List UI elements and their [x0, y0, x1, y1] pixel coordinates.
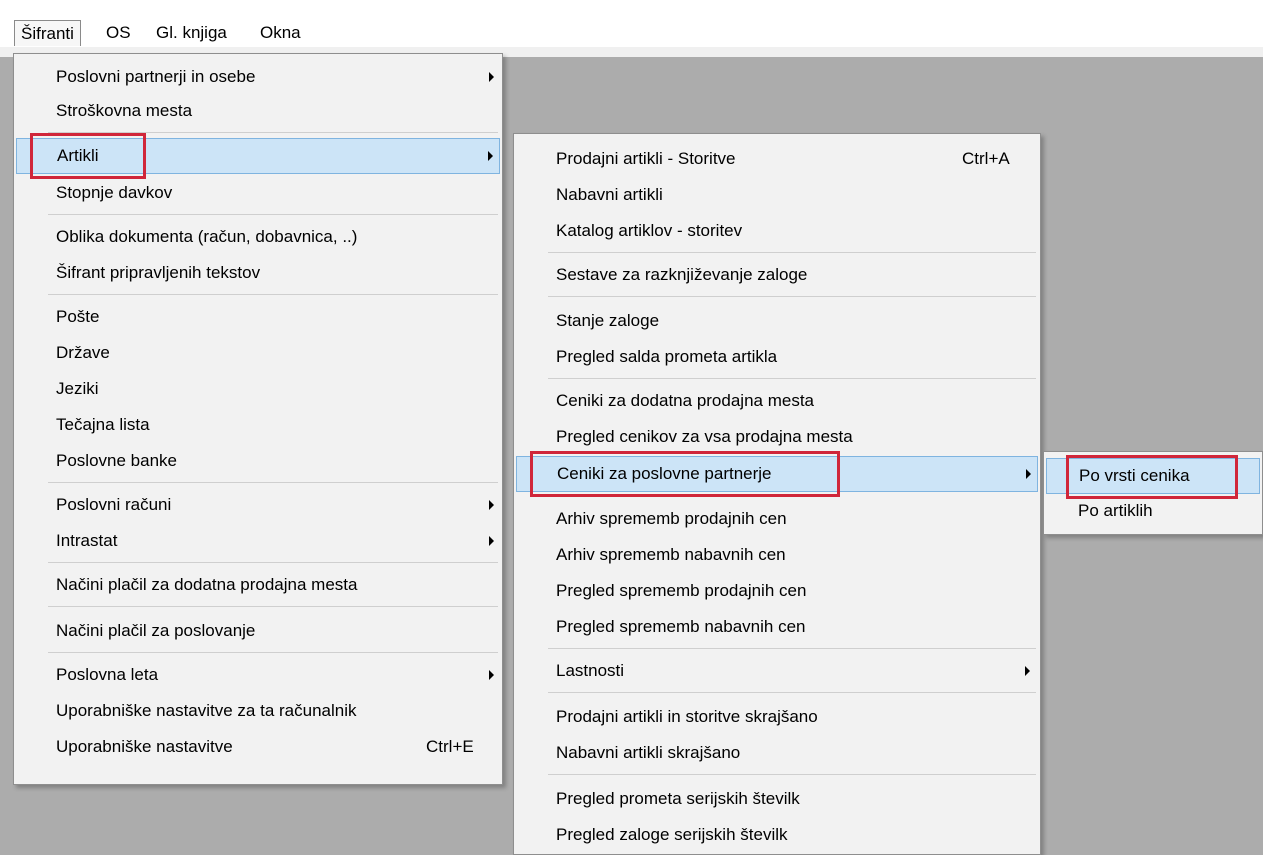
submenu-arrow-icon	[1026, 469, 1031, 479]
menu-separator	[548, 252, 1036, 253]
menu-item-label: Stanje zaloge	[556, 311, 660, 330]
menu-separator	[548, 296, 1036, 297]
menu-item-label: Prodajni artikli in storitve skrajšano	[556, 707, 818, 726]
submenu-arrow-icon	[489, 670, 494, 680]
menubar-okna[interactable]: Okna	[254, 20, 307, 46]
menu-item-label: Poslovni računi	[56, 495, 172, 514]
menu-item-prodajni-skrajsano[interactable]: Prodajni artikli in storitve skrajšano	[516, 700, 1038, 734]
menu-separator	[48, 214, 498, 215]
menu-item-label: Poslovni partnerji in osebe	[56, 67, 256, 86]
menu-item-nabavni-skrajsano[interactable]: Nabavni artikli skrajšano	[516, 736, 1038, 770]
menu-item-label: Stopnje davkov	[56, 183, 173, 202]
menu-item-label: Pregled salda prometa artikla	[556, 347, 778, 366]
menu-item-jeziki[interactable]: Jeziki	[16, 372, 500, 406]
menu-item-nacini-placil-poslovanje[interactable]: Načini plačil za poslovanje	[16, 614, 500, 648]
menu-item-pregled-salda[interactable]: Pregled salda prometa artikla	[516, 340, 1038, 374]
submenu-arrow-icon	[489, 500, 494, 510]
menu-item-stopnje-davkov[interactable]: Stopnje davkov	[16, 176, 500, 210]
menu-item-nabavni-artikli[interactable]: Nabavni artikli	[516, 178, 1038, 212]
menu-item-label: Nabavni artikli skrajšano	[556, 743, 741, 762]
menu-item-poslovna-leta[interactable]: Poslovna leta	[16, 658, 500, 692]
menu-item-label: Oblika dokumenta (račun, dobavnica, ..)	[56, 227, 358, 246]
menu-item-label: Lastnosti	[556, 661, 625, 680]
menu-item-label: Načini plačil za poslovanje	[56, 621, 256, 640]
menu-item-label: Sestave za razknjiževanje zaloge	[556, 265, 808, 284]
menu-item-sifrant-tekstov[interactable]: Šifrant pripravljenih tekstov	[16, 256, 500, 290]
menu-item-stanje-zaloge[interactable]: Stanje zaloge	[516, 304, 1038, 338]
menu-item-arhiv-prodajnih-cen[interactable]: Arhiv sprememb prodajnih cen	[516, 502, 1038, 536]
annotation-highlight-artikli	[30, 133, 146, 179]
menu-item-label: Pregled zaloge serijskih številk	[556, 825, 788, 844]
menubar-os[interactable]: OS	[100, 20, 137, 46]
menu-item-lastnosti[interactable]: Lastnosti	[516, 654, 1038, 688]
menu-item-label: Arhiv sprememb nabavnih cen	[556, 545, 786, 564]
menu-item-poslovni-partnerji[interactable]: Poslovni partnerji in osebe	[16, 60, 500, 94]
menu-separator	[548, 648, 1036, 649]
menu-item-label: Stroškovna mesta	[56, 101, 193, 120]
menu-item-drzave[interactable]: Države	[16, 336, 500, 370]
menu-item-label: Arhiv sprememb prodajnih cen	[556, 509, 787, 528]
menu-item-prodajni-artikli-storitve[interactable]: Prodajni artikli - Storitve Ctrl+A	[516, 142, 1038, 176]
menu-separator	[548, 692, 1036, 693]
menu-item-uporabniske-nastavitve-racunalnik[interactable]: Uporabniške nastavitve za ta računalnik	[16, 694, 500, 728]
menu-item-label: Nabavni artikli	[556, 185, 663, 204]
menu-item-label: Poslovne banke	[56, 451, 177, 470]
menu-item-label: Jeziki	[56, 379, 99, 398]
menu-item-label: Poslovna leta	[56, 665, 159, 684]
menu-separator	[48, 606, 498, 607]
menu-item-label: Pregled cenikov za vsa prodajna mesta	[556, 427, 853, 446]
menu-item-promet-serijskih[interactable]: Pregled prometa serijskih številk	[516, 782, 1038, 816]
menu-separator	[48, 482, 498, 483]
annotation-highlight-po-vrsti-cenika	[1066, 455, 1238, 499]
menu-item-label: Pošte	[56, 307, 100, 326]
submenu-arrow-icon	[489, 536, 494, 546]
menu-item-label: Šifrant pripravljenih tekstov	[56, 263, 261, 282]
menu-item-po-artiklih[interactable]: Po artiklih	[1046, 494, 1260, 528]
menu-item-label: Države	[56, 343, 110, 362]
submenu-arrow-icon	[1025, 666, 1030, 676]
submenu-arrow-icon	[488, 151, 493, 161]
menu-item-intrastat[interactable]: Intrastat	[16, 524, 500, 558]
menu-item-label: Pregled prometa serijskih številk	[556, 789, 800, 808]
menu-item-label: Katalog artiklov - storitev	[556, 221, 743, 240]
menu-item-poslovni-racuni[interactable]: Poslovni računi	[16, 488, 500, 522]
menu-separator	[548, 378, 1036, 379]
submenu-arrow-icon	[489, 72, 494, 82]
menu-item-label: Prodajni artikli - Storitve	[556, 149, 736, 168]
menu-item-stroskovna-mesta[interactable]: Stroškovna mesta	[16, 94, 500, 128]
menu-bar: Šifranti OS Gl. knjiga Okna	[0, 0, 1263, 47]
menu-item-ceniki-dodatna-mesta[interactable]: Ceniki za dodatna prodajna mesta	[516, 384, 1038, 418]
menubar-gl-knjiga[interactable]: Gl. knjiga	[150, 20, 233, 46]
menu-item-zaloga-serijskih[interactable]: Pregled zaloge serijskih številk	[516, 818, 1038, 852]
menu-item-pregled-prodajnih-cen[interactable]: Pregled sprememb prodajnih cen	[516, 574, 1038, 608]
menu-item-katalog-artiklov[interactable]: Katalog artiklov - storitev	[516, 214, 1038, 248]
menu-item-poslovne-banke[interactable]: Poslovne banke	[16, 444, 500, 478]
menu-item-label: Uporabniške nastavitve za ta računalnik	[56, 701, 357, 720]
menu-item-nacini-placil-dodatna[interactable]: Načini plačil za dodatna prodajna mesta	[16, 568, 500, 602]
menu-item-oblika-dokumenta[interactable]: Oblika dokumenta (račun, dobavnica, ..)	[16, 220, 500, 254]
annotation-highlight-ceniki	[530, 451, 840, 497]
menu-item-shortcut: Ctrl+A	[962, 149, 1010, 168]
menu-separator	[48, 652, 498, 653]
menu-item-label: Pregled sprememb prodajnih cen	[556, 581, 807, 600]
menu-separator	[48, 294, 498, 295]
menu-item-pregled-nabavnih-cen[interactable]: Pregled sprememb nabavnih cen	[516, 610, 1038, 644]
menu-item-label: Tečajna lista	[56, 415, 150, 434]
menu-item-pregled-cenikov[interactable]: Pregled cenikov za vsa prodajna mesta	[516, 420, 1038, 454]
menu-item-label: Pregled sprememb nabavnih cen	[556, 617, 806, 636]
menu-item-tecajna-lista[interactable]: Tečajna lista	[16, 408, 500, 442]
menu-item-uporabniske-nastavitve[interactable]: Uporabniške nastavitve Ctrl+E	[16, 730, 500, 764]
menu-item-label: Po artiklih	[1078, 501, 1153, 520]
menu-item-poste[interactable]: Pošte	[16, 300, 500, 334]
menu-item-label: Intrastat	[56, 531, 118, 550]
menu-item-shortcut: Ctrl+E	[426, 737, 474, 756]
menu-item-label: Ceniki za dodatna prodajna mesta	[556, 391, 814, 410]
menu-item-label: Uporabniške nastavitve	[56, 737, 233, 756]
menu-separator	[548, 774, 1036, 775]
menu-item-sestave-razknjizevanje[interactable]: Sestave za razknjiževanje zaloge	[516, 258, 1038, 292]
menu-separator	[48, 562, 498, 563]
menu-item-label: Načini plačil za dodatna prodajna mesta	[56, 575, 358, 594]
menu-item-arhiv-nabavnih-cen[interactable]: Arhiv sprememb nabavnih cen	[516, 538, 1038, 572]
menubar-sifranti[interactable]: Šifranti	[14, 20, 81, 46]
